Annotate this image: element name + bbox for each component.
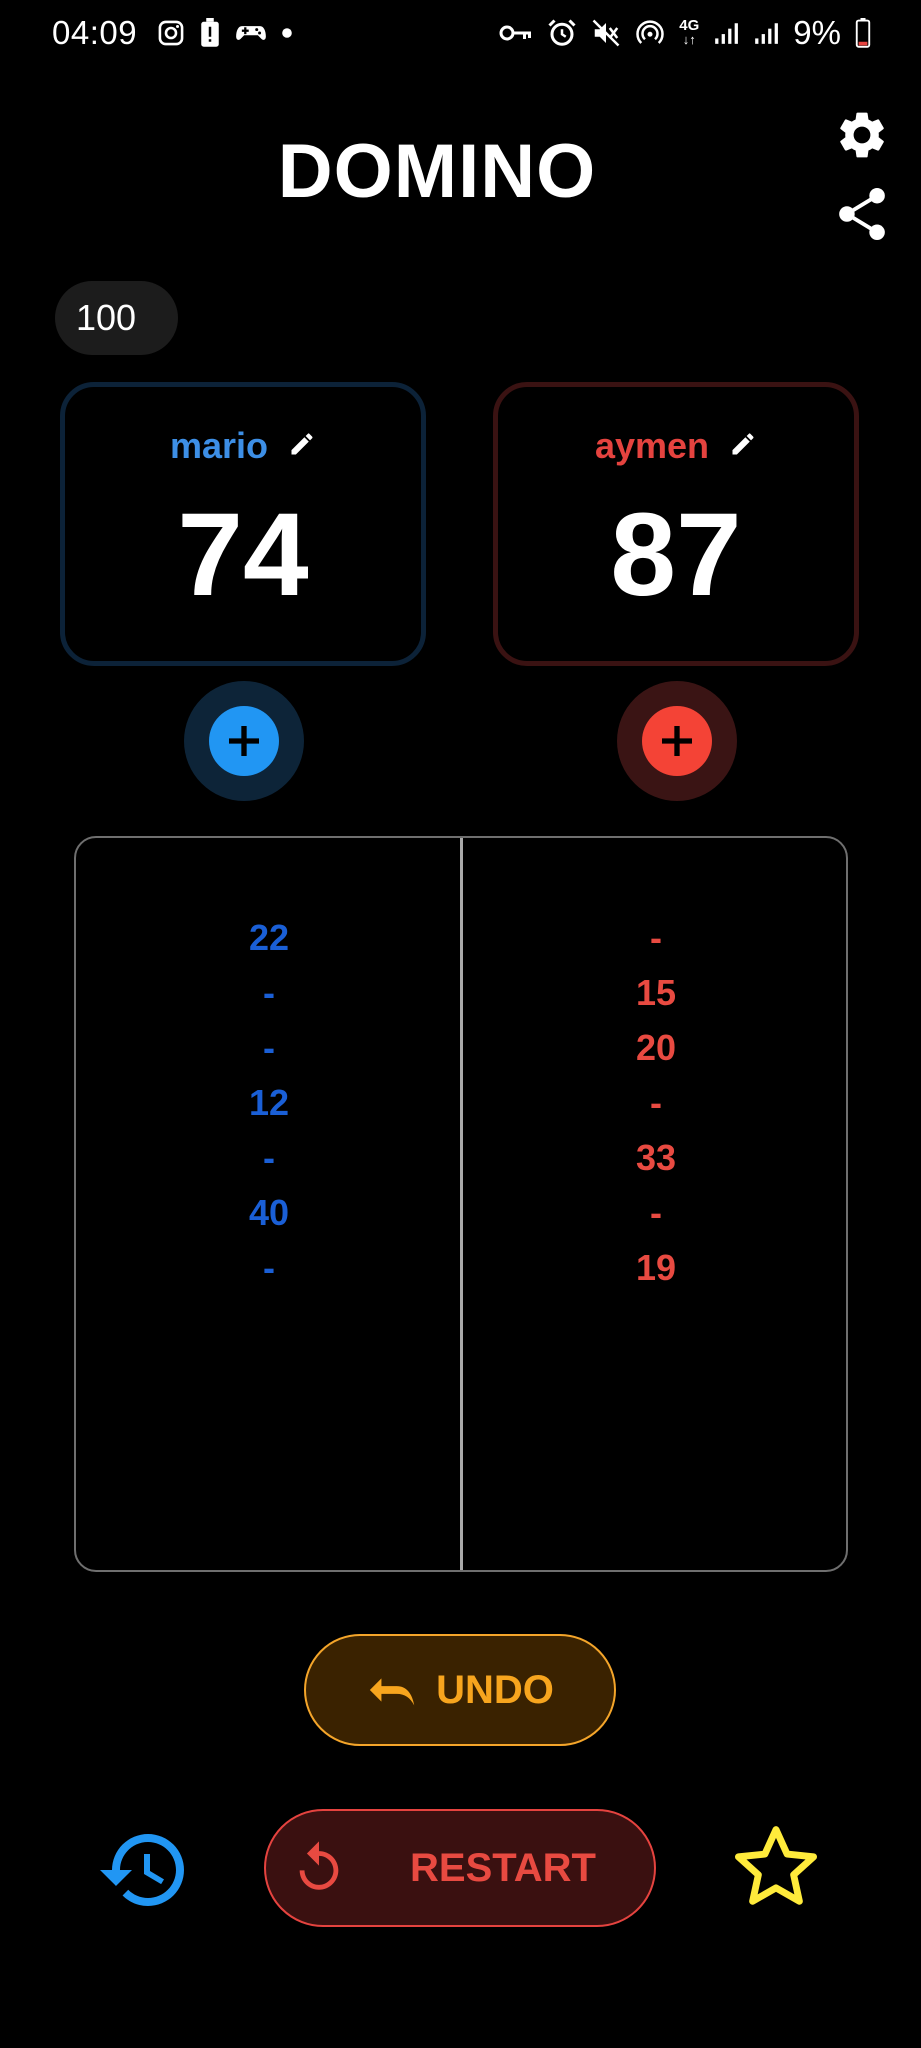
pencil-icon [291,432,313,454]
rate-app-button[interactable] [730,1820,822,1912]
player-score: 74 [177,489,309,621]
signal-strength-icon-1 [713,19,739,47]
app-title: DOMINO [277,129,597,214]
restart-label: RESTART [410,1845,596,1890]
restart-button[interactable]: RESTART [264,1809,656,1927]
undo-button[interactable]: UNDO [304,1634,616,1746]
player-name: aymen [594,425,710,466]
history-entry: - [263,1247,275,1288]
history-entry: 20 [635,1027,677,1068]
star-outline-icon [734,1826,818,1905]
player-name-row: mario [65,425,421,467]
column-divider [460,838,463,1570]
edit-name-button[interactable] [288,430,316,463]
signal-strength-icon-2 [753,19,779,47]
game-controller-icon [235,19,267,47]
alarm-icon [547,18,577,48]
share-button[interactable] [836,186,888,242]
history-entry: 40 [248,1192,290,1233]
history-column-player-1: 22 - - 12 - 40 - [76,910,462,1295]
player-card-2: aymen 87 [493,382,859,666]
history-entry: 12 [248,1082,290,1123]
status-left: 04:09 [52,14,293,52]
history-entry: 19 [635,1247,677,1288]
history-icon [100,1834,184,1906]
network-type-icon: 4G ↓↑ [679,17,700,47]
gear-icon [840,112,884,158]
hotspot-icon [635,18,665,48]
vpn-key-icon [499,21,533,45]
player-name-row: aymen [498,425,854,467]
history-entry: 15 [635,972,677,1013]
plus-icon [229,726,259,756]
history-entry: - [263,1137,275,1178]
edit-name-button[interactable] [729,430,757,463]
battery-alert-icon [199,18,221,48]
share-icon [839,187,885,241]
refresh-icon [299,1841,339,1890]
undo-icon [369,1678,415,1706]
status-bar: 04:09 4G ↓↑ 9% [0,0,921,66]
player-name: mario [169,425,269,466]
network-type-label: 4G [679,17,700,34]
target-score-value: 100 [76,297,137,338]
add-button-circle [209,706,279,776]
history-entry: - [650,1192,662,1233]
settings-button[interactable] [834,107,890,163]
history-entry: - [263,1027,275,1068]
instagram-icon [157,19,185,47]
status-right: 4G ↓↑ 9% [499,14,871,52]
history-entry: - [650,1082,662,1123]
undo-label: UNDO [436,1667,554,1712]
add-score-button-player-1[interactable] [184,681,304,801]
player-card-1: mario 74 [60,382,426,666]
history-column-player-2: - 15 20 - 33 - 19 [464,910,848,1295]
history-entry: 22 [248,917,290,958]
history-entry: 33 [635,1137,677,1178]
notification-dot-icon [281,27,293,39]
history-entry: - [650,917,662,958]
game-history-button[interactable] [96,1822,192,1918]
plus-icon [662,726,692,756]
player-score: 87 [610,489,742,621]
history-entry: - [263,972,275,1013]
add-score-button-player-2[interactable] [617,681,737,801]
score-history-table[interactable]: 22 - - 12 - 40 - - 15 20 - 33 - 19 [74,836,848,1572]
mute-icon [591,18,621,48]
battery-icon [855,18,871,48]
battery-percent: 9% [793,14,841,51]
add-button-circle [642,706,712,776]
status-time: 04:09 [52,14,138,51]
target-score-pill[interactable]: 100 [55,281,178,355]
pencil-icon [732,432,754,454]
